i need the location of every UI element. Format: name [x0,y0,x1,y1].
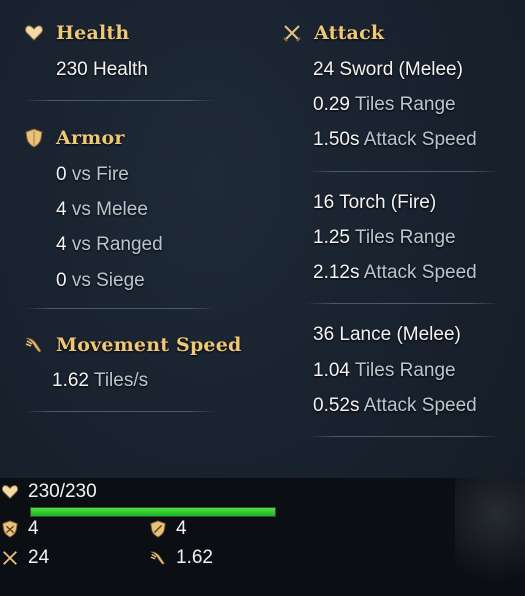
armor-heading-label: Armor [56,127,125,149]
unit-stats-panel: Health 230 Health Armor 0 vs Fire 4 vs M… [0,0,525,478]
winged-boot-icon [148,548,168,568]
weapon-range: 0.29 Tiles Range [313,94,456,116]
summary-attack-value: 24 [28,547,50,568]
armor-line: 0 vs Siege [56,270,145,292]
armor-heading: Armor [24,127,125,149]
weapon-range-value: 1.25 [313,227,350,248]
weapon-speed-label: Attack Speed [363,262,477,283]
armor-value: 4 [56,234,67,255]
weapon-range-label: Tiles Range [354,94,456,115]
weapon-speed-value: 0.52s [313,395,360,416]
health-bar-fill [31,508,275,516]
weapon-speed: 0.52s Attack Speed [313,395,477,417]
movement-value: 1.62 [52,370,89,391]
weapon-speed-value: 2.12s [313,262,360,283]
summary-health: 230/230 [0,481,97,503]
frame-ornament [455,478,525,596]
heart-icon [0,482,20,502]
armor-type: vs Siege [71,270,145,291]
summary-armor-ranged-value: 4 [176,518,187,539]
attack-heading: Attack [282,22,384,44]
summary-armor-melee: 4 [0,518,39,540]
summary-movement-value: 1.62 [176,547,213,568]
weapon-title: 36 Lance (Melee) [313,324,461,345]
weapon-range-label: Tiles Range [354,227,456,248]
weapon-range-value: 0.29 [313,94,350,115]
weapon-speed-value: 1.50s [313,129,360,150]
summary-movement: 1.62 [148,547,213,569]
armor-value: 0 [56,164,67,185]
crossed-swords-icon [282,23,302,43]
weapon-speed-label: Attack Speed [363,395,477,416]
armor-type: vs Melee [71,199,148,220]
movement-heading-label: Movement Speed [56,334,242,356]
divider [24,411,216,412]
health-bar [30,507,276,517]
summary-armor-ranged: 4 [148,518,187,540]
heart-icon [24,23,44,43]
health-value: 230 Health [56,59,148,80]
divider [24,100,216,101]
armor-value: 0 [56,270,67,291]
movement-heading: Movement Speed [24,334,242,356]
unit-summary-bar: 230/230 4 4 24 1.62 [0,478,525,596]
ranged-armor-icon [148,519,168,539]
summary-health-value: 230/230 [28,481,97,502]
armor-line: 4 vs Ranged [56,234,163,256]
winged-boot-icon [24,335,44,355]
health-heading-label: Health [56,22,130,44]
weapon-speed: 1.50s Attack Speed [313,129,477,151]
divider [306,436,500,437]
divider [306,171,500,172]
weapon-speed-label: Attack Speed [363,129,477,150]
armor-line: 4 vs Melee [56,199,148,221]
armor-line: 0 vs Fire [56,164,129,186]
weapon-range-label: Tiles Range [354,360,456,381]
summary-attack: 24 [0,547,49,569]
attack-heading-label: Attack [314,22,385,44]
shield-icon [24,128,44,148]
weapon-range: 1.04 Tiles Range [313,360,456,382]
divider [24,308,216,309]
crossed-swords-icon [0,548,20,568]
melee-armor-icon [0,519,20,539]
weapon-title: 24 Sword (Melee) [313,59,463,80]
summary-armor-melee-value: 4 [28,518,39,539]
weapon-title: 16 Torch (Fire) [313,192,437,213]
weapon-range-value: 1.04 [313,360,350,381]
weapon-range: 1.25 Tiles Range [313,227,456,249]
movement-unit: Tiles/s [93,370,149,391]
armor-type: vs Fire [71,164,129,185]
armor-value: 4 [56,199,67,220]
divider [306,303,500,304]
weapon-speed: 2.12s Attack Speed [313,262,477,284]
movement-line: 1.62 Tiles/s [52,370,148,392]
health-heading: Health [24,22,129,44]
armor-type: vs Ranged [71,234,163,255]
